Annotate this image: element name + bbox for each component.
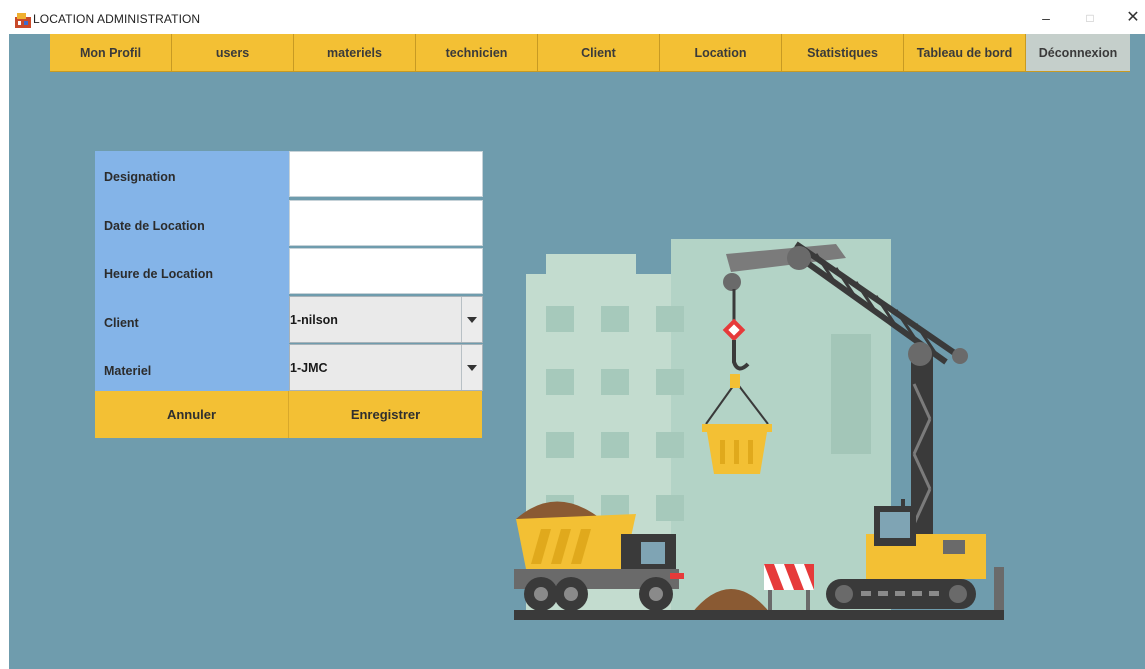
- nav-tableau-de-bord[interactable]: Tableau de bord: [904, 34, 1026, 72]
- maximize-icon[interactable]: □: [1080, 8, 1100, 28]
- nav-bar: Mon Profil users materiels technicien Cl…: [50, 34, 1130, 72]
- chevron-down-icon[interactable]: [461, 345, 482, 390]
- designation-label: Designation: [104, 170, 176, 184]
- window-title: LOCATION ADMINISTRATION: [33, 12, 201, 26]
- nav-location[interactable]: Location: [660, 34, 782, 72]
- save-button[interactable]: Enregistrer: [289, 391, 482, 438]
- chevron-down-icon[interactable]: [461, 297, 482, 342]
- app-icon: [15, 13, 31, 28]
- client-select-value: 1-nilson: [290, 313, 338, 327]
- minimize-icon[interactable]: –: [1036, 8, 1056, 28]
- nav-materiels[interactable]: materiels: [294, 34, 416, 72]
- client-label: Client: [104, 316, 139, 330]
- date-input[interactable]: [290, 201, 482, 245]
- materiel-label: Materiel: [104, 364, 152, 378]
- nav-statistiques[interactable]: Statistiques: [782, 34, 904, 72]
- logout-button[interactable]: Déconnexion: [1026, 34, 1130, 72]
- title-bar: LOCATION ADMINISTRATION – □ ✕: [0, 0, 1145, 34]
- construction-illustration: [514, 239, 1004, 620]
- date-field[interactable]: [289, 200, 483, 246]
- date-label: Date de Location: [104, 219, 205, 233]
- nav-users[interactable]: users: [172, 34, 294, 72]
- nav-client[interactable]: Client: [538, 34, 660, 72]
- client-select[interactable]: 1-nilson: [289, 296, 483, 343]
- materiel-select-value: 1-JMC: [290, 361, 328, 375]
- close-icon[interactable]: ✕: [1123, 8, 1143, 28]
- main-panel: Mon Profil users materiels technicien Cl…: [9, 34, 1145, 669]
- label-panel: Designation Date de Location Heure de Lo…: [95, 151, 289, 391]
- heure-field[interactable]: [289, 248, 483, 294]
- nav-mon-profil[interactable]: Mon Profil: [50, 34, 172, 72]
- nav-technicien[interactable]: technicien: [416, 34, 538, 72]
- cancel-button[interactable]: Annuler: [95, 391, 289, 438]
- designation-input[interactable]: [290, 152, 482, 196]
- heure-label: Heure de Location: [104, 267, 214, 281]
- designation-field[interactable]: [289, 151, 483, 197]
- materiel-select[interactable]: 1-JMC: [289, 344, 483, 391]
- heure-input[interactable]: [290, 249, 482, 293]
